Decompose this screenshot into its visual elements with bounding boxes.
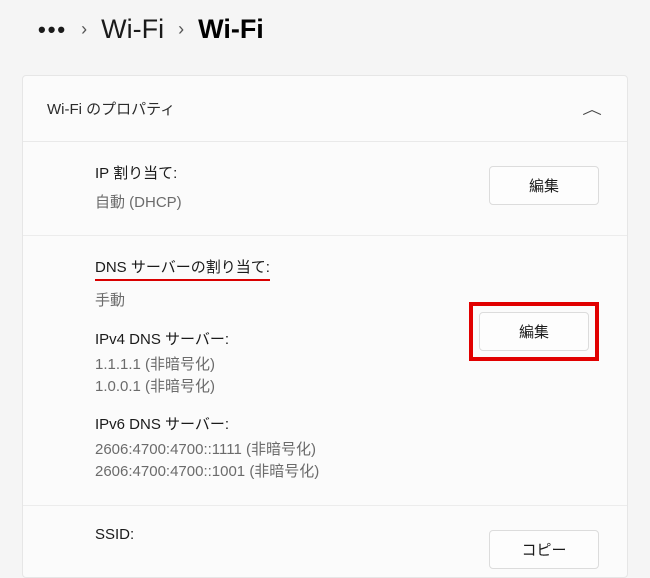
ipv6-dns-label: IPv6 DNS サーバー: bbox=[95, 413, 469, 434]
ssid-label: SSID: bbox=[95, 526, 489, 543]
edit-ip-button[interactable]: 編集 bbox=[489, 166, 599, 205]
ipv4-dns-value-2: 1.0.0.1 (非暗号化) bbox=[95, 377, 469, 397]
chevron-up-icon: ︿ bbox=[582, 99, 602, 119]
breadcrumb-current: Wi-Fi bbox=[198, 14, 264, 45]
row-ip-assignment: IP 割り当て: 自動 (DHCP) 編集 bbox=[23, 142, 627, 236]
ipv6-dns-value-2: 2606:4700:4700::1001 (非暗号化) bbox=[95, 462, 469, 482]
breadcrumb-more-icon[interactable]: ••• bbox=[38, 17, 67, 43]
ipv4-dns-label: IPv4 DNS サーバー: bbox=[95, 328, 469, 349]
breadcrumb: ••• › Wi-Fi › Wi-Fi bbox=[0, 0, 650, 63]
wifi-properties-card: Wi‑Fi のプロパティ ︿ IP 割り当て: 自動 (DHCP) 編集 DNS… bbox=[22, 75, 628, 578]
edit-dns-highlight: 編集 bbox=[469, 302, 599, 361]
dns-mode-value: 手動 bbox=[95, 291, 469, 311]
card-title: Wi‑Fi のプロパティ bbox=[47, 98, 175, 119]
ipv4-dns-value-1: 1.1.1.1 (非暗号化) bbox=[95, 355, 469, 375]
dns-assignment-label: DNS サーバーの割り当て: bbox=[95, 256, 270, 281]
ipv6-dns-value-1: 2606:4700:4700::1111 (非暗号化) bbox=[95, 440, 469, 460]
row-ssid: SSID: コピー bbox=[23, 506, 627, 577]
ip-assignment-label: IP 割り当て: bbox=[95, 162, 489, 183]
breadcrumb-prev[interactable]: Wi-Fi bbox=[101, 14, 164, 45]
edit-dns-button[interactable]: 編集 bbox=[479, 312, 589, 351]
chevron-right-icon: › bbox=[178, 19, 184, 40]
ip-assignment-value: 自動 (DHCP) bbox=[95, 193, 489, 213]
copy-ssid-button[interactable]: コピー bbox=[489, 530, 599, 569]
chevron-right-icon: › bbox=[81, 19, 87, 40]
row-dns-assignment: DNS サーバーの割り当て: 手動 IPv4 DNS サーバー: 1.1.1.1… bbox=[23, 236, 627, 505]
card-header[interactable]: Wi‑Fi のプロパティ ︿ bbox=[23, 76, 627, 142]
